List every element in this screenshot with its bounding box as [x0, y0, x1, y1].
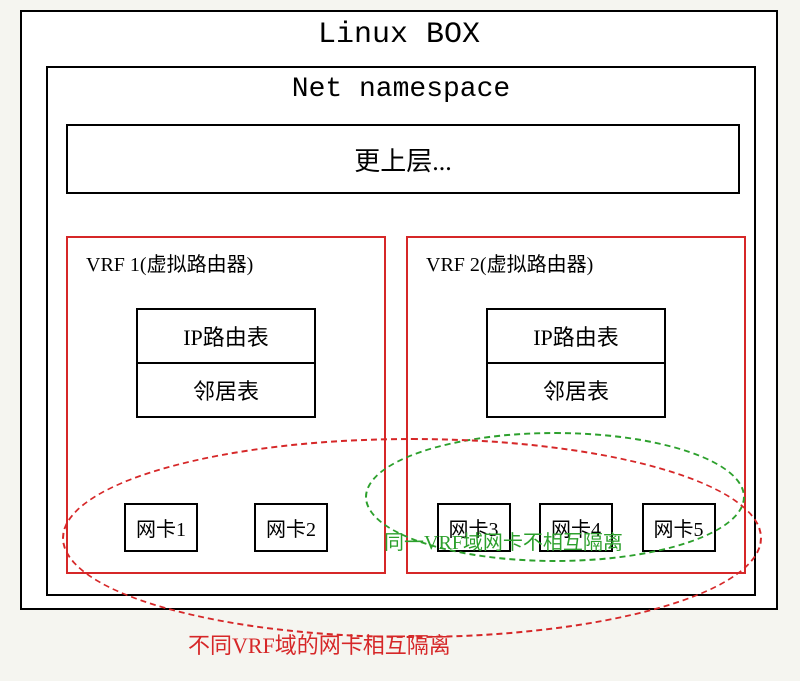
upper-layer-label: 更上层...	[354, 141, 452, 178]
vrf2-title: VRF 2(虚拟路由器)	[408, 238, 744, 277]
vrf2-nics-row: 网卡3 网卡4 网卡5	[408, 503, 744, 552]
linux-box-title: Linux BOX	[22, 12, 776, 56]
vrf1-title: VRF 1(虚拟路由器)	[68, 238, 384, 277]
vrf1-box: VRF 1(虚拟路由器) IP路由表 邻居表 网卡1 网卡2	[66, 236, 386, 574]
upper-layer-box: 更上层...	[66, 124, 740, 194]
vrf1-neighbor-table: 邻居表	[138, 362, 314, 416]
vrf2-ip-routing-table: IP路由表	[488, 310, 664, 362]
net-namespace-title: Net namespace	[48, 68, 754, 109]
linux-box: Linux BOX Net namespace 更上层... VRF 1(虚拟路…	[20, 10, 778, 610]
nic-5: 网卡5	[642, 503, 716, 552]
vrf1-tables: IP路由表 邻居表	[136, 308, 316, 418]
diff-vrf-annotation: 不同VRF域的网卡相互隔离	[188, 628, 451, 660]
nic-4: 网卡4	[539, 503, 613, 552]
nic-1: 网卡1	[124, 503, 198, 552]
vrf2-box: VRF 2(虚拟路由器) IP路由表 邻居表 网卡3 网卡4 网卡5	[406, 236, 746, 574]
vrf1-nics-row: 网卡1 网卡2	[68, 503, 384, 552]
vrf2-neighbor-table: 邻居表	[488, 362, 664, 416]
net-namespace-box: Net namespace 更上层... VRF 1(虚拟路由器) IP路由表 …	[46, 66, 756, 596]
vrf1-ip-routing-table: IP路由表	[138, 310, 314, 362]
vrf2-tables: IP路由表 邻居表	[486, 308, 666, 418]
nic-2: 网卡2	[254, 503, 328, 552]
nic-3: 网卡3	[437, 503, 511, 552]
